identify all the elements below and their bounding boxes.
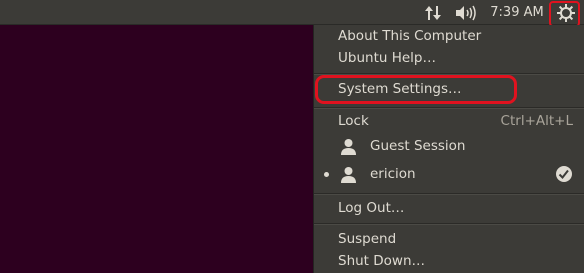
menu-item-user[interactable]: ericion: [314, 163, 584, 185]
active-session-bullet: [324, 172, 329, 177]
checkmark-icon: [556, 166, 572, 182]
menu-item-lock[interactable]: Lock Ctrl+Alt+L: [314, 110, 584, 132]
network-arrows-icon: [425, 5, 441, 20]
menu-item-label: Log Out…: [338, 200, 405, 216]
menu-item-label: ericion: [370, 166, 416, 182]
menu-item-label: About This Computer: [338, 28, 482, 44]
menu-item-log-out[interactable]: Log Out…: [314, 197, 584, 219]
menu-item-label: Suspend: [338, 231, 397, 247]
system-settings-highlight-annotation: [315, 75, 517, 104]
menu-item-help[interactable]: Ubuntu Help…: [314, 47, 584, 69]
gear-highlight-annotation: [549, 1, 580, 27]
menu-item-label: Lock: [338, 113, 369, 129]
lock-shortcut: Ctrl+Alt+L: [500, 113, 573, 129]
person-icon: [341, 139, 356, 155]
volume-indicator[interactable]: [454, 0, 478, 25]
network-indicator[interactable]: [422, 0, 444, 25]
menu-item-label: Ubuntu Help…: [338, 50, 436, 66]
person-icon: [341, 167, 356, 183]
volume-icon: [456, 5, 476, 20]
menu-item-guest-session[interactable]: Guest Session: [314, 135, 584, 157]
menu-item-about[interactable]: About This Computer: [314, 25, 584, 47]
session-menu: About This Computer Ubuntu Help… System …: [313, 25, 584, 273]
menu-item-shut-down[interactable]: Shut Down…: [314, 250, 584, 272]
menu-separator: [314, 224, 584, 225]
clock[interactable]: 7:39 AM: [488, 0, 546, 25]
menu-item-label: Guest Session: [370, 138, 466, 154]
top-panel: 7:39 AM: [0, 0, 584, 25]
menu-separator: [314, 108, 584, 109]
menu-item-label: Shut Down…: [338, 253, 426, 269]
menu-item-suspend[interactable]: Suspend: [314, 228, 584, 250]
menu-separator: [314, 194, 584, 195]
